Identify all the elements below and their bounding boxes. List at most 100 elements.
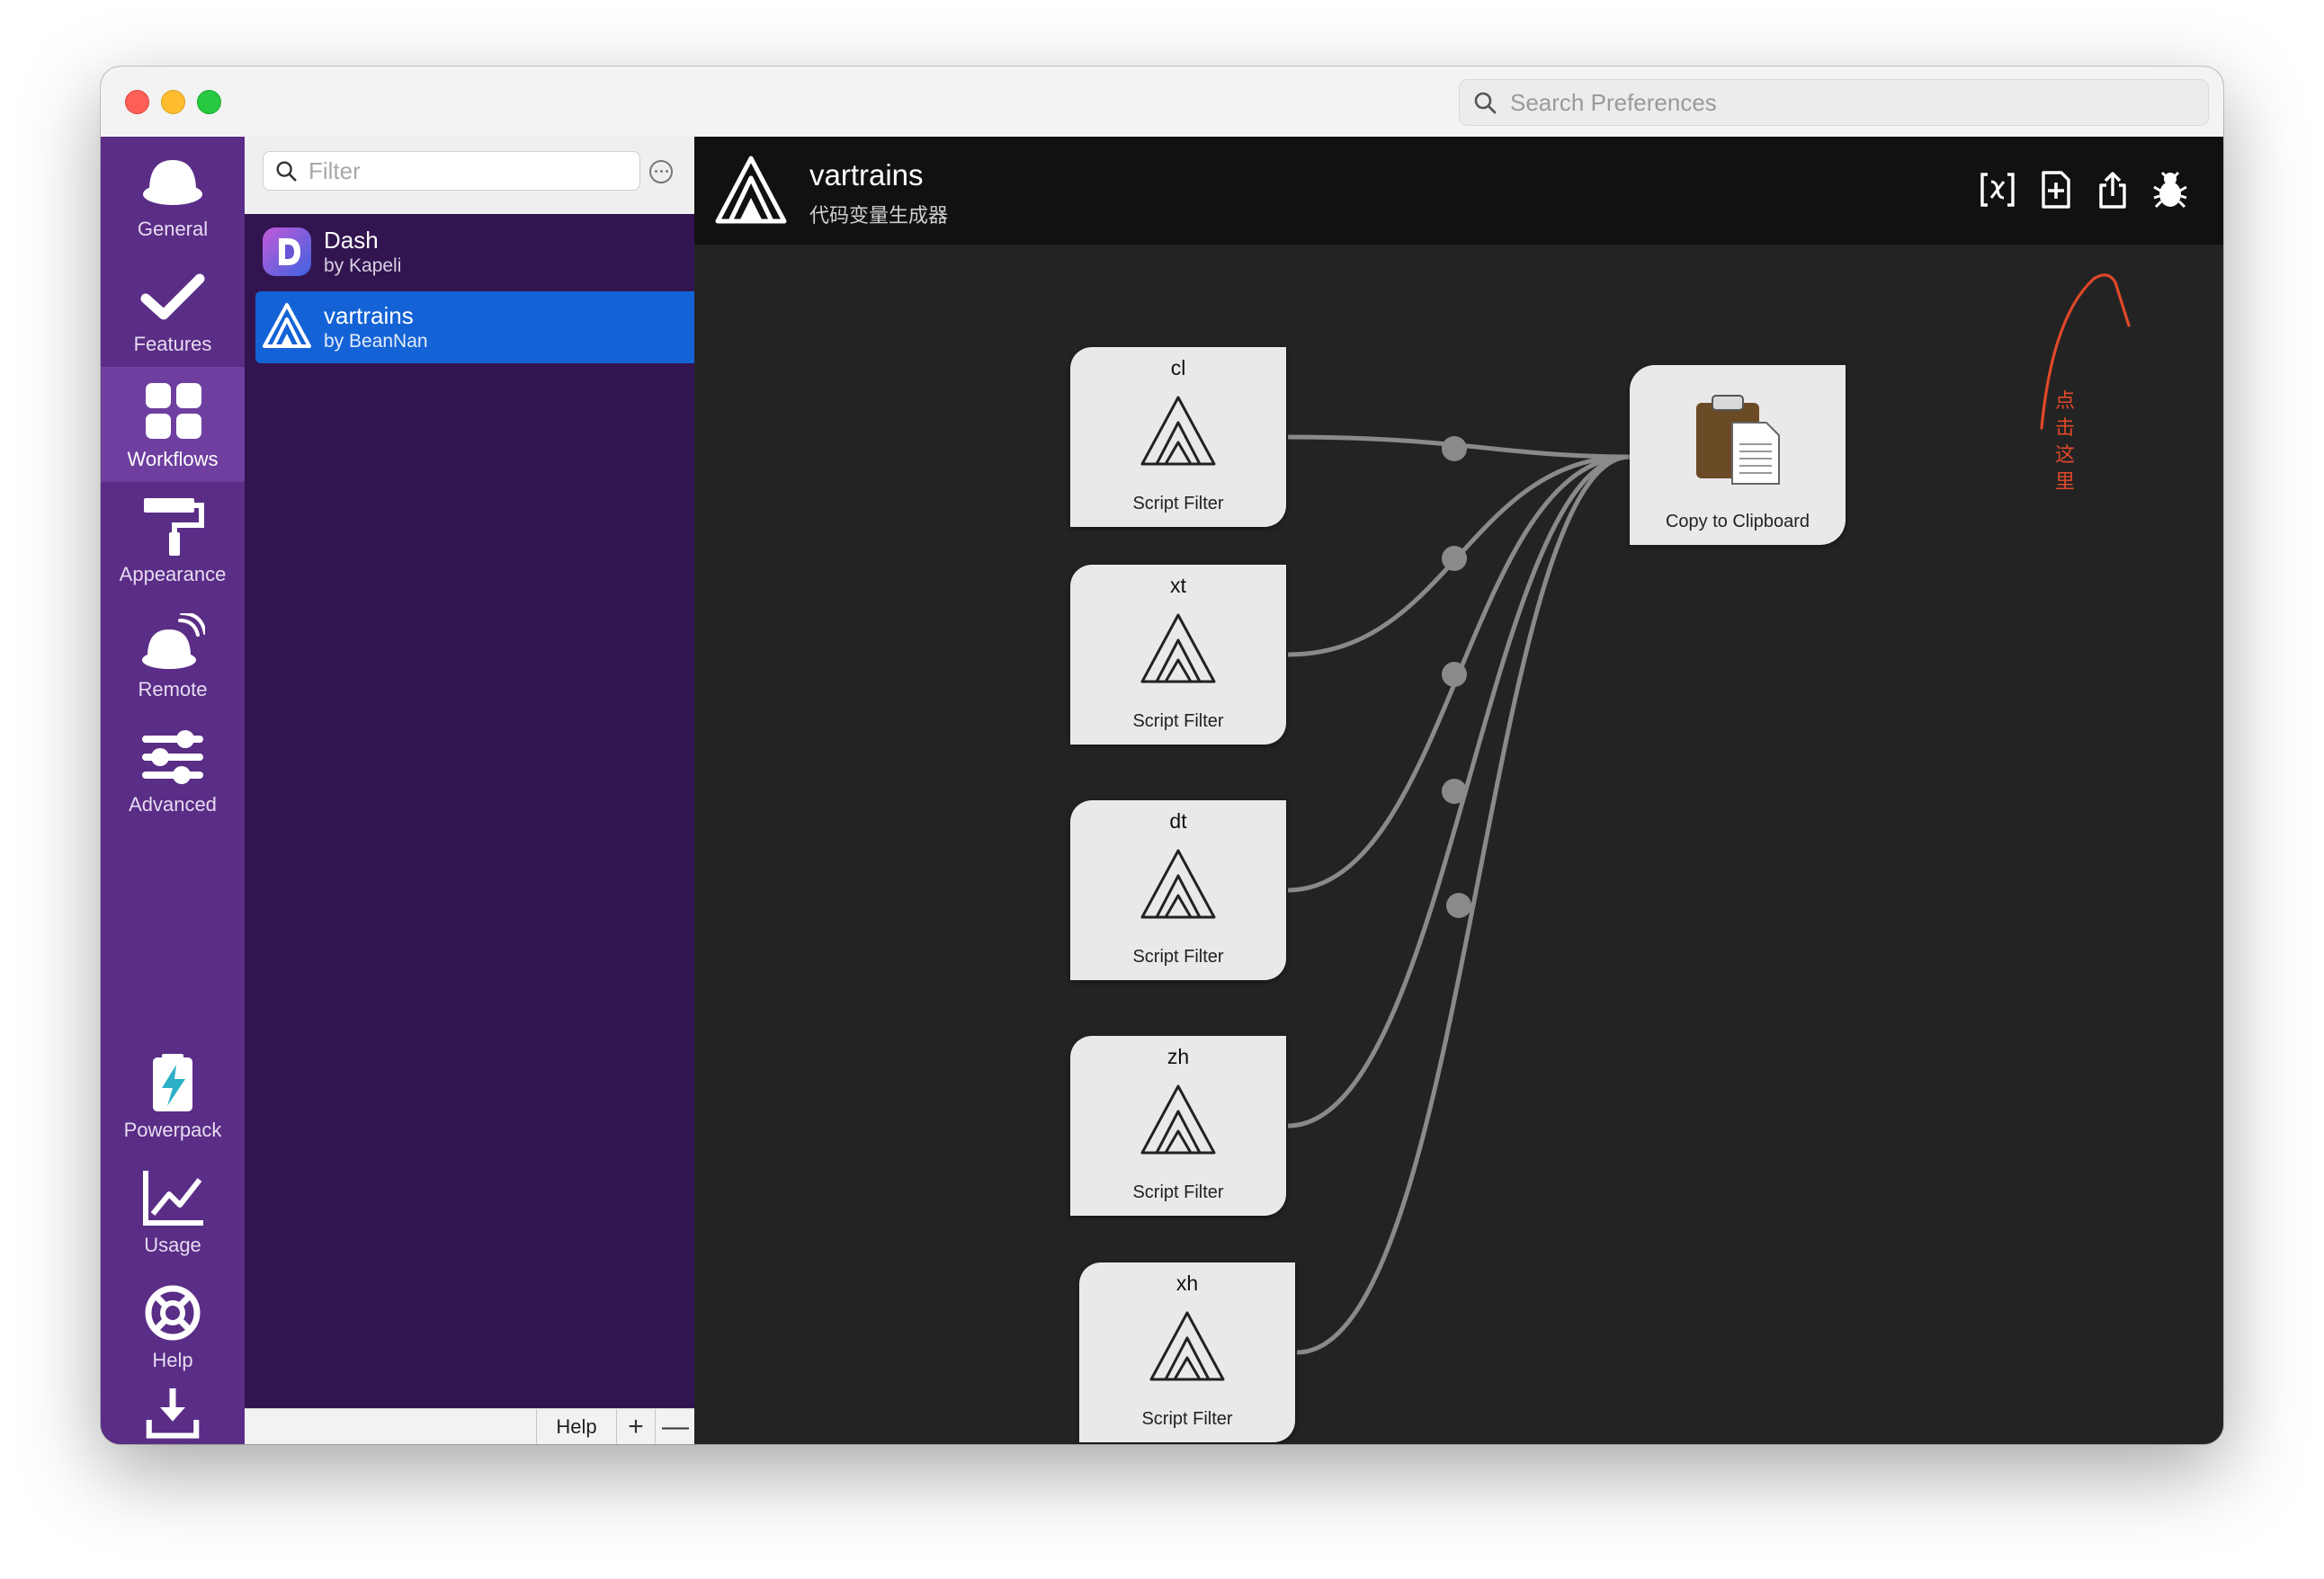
- nav-powerpack[interactable]: Powerpack: [101, 1038, 245, 1153]
- preferences-nav: General Features Workflows Appearance Re…: [101, 137, 245, 1444]
- nav-workflows-label: Workflows: [127, 448, 219, 470]
- zoom-button[interactable]: [197, 90, 221, 114]
- debug-bug-icon[interactable]: [2151, 171, 2189, 209]
- lifebuoy-icon: [145, 1285, 201, 1341]
- script-filter-node-dt[interactable]: dt Script Filter: [1070, 800, 1286, 980]
- variables-icon[interactable]: [1979, 171, 2016, 209]
- script-filter-node-xt[interactable]: xt Script Filter: [1070, 565, 1286, 745]
- node-type: Script Filter: [1132, 711, 1224, 731]
- filter-input[interactable]: [307, 156, 634, 186]
- wire-zh: [1287, 454, 1631, 1128]
- wire-cl: [1287, 434, 1631, 459]
- workflow-item-vartrains[interactable]: vartrains by BeanNan: [255, 291, 694, 363]
- nav-advanced[interactable]: Advanced: [101, 712, 245, 827]
- share-icon[interactable]: [2094, 171, 2132, 209]
- nav-update[interactable]: [101, 1383, 245, 1444]
- more-options-icon[interactable]: [649, 160, 673, 183]
- general-icon: [143, 160, 202, 205]
- dash-app-icon: [263, 227, 311, 276]
- workflow-header: vartrains 代码变量生成器: [694, 137, 2223, 245]
- wire-dt-handle: [1442, 662, 1467, 687]
- wire-xt-handle: [1442, 546, 1467, 571]
- connection-wires: [1287, 434, 1631, 1355]
- script-filter-icon: [1149, 1311, 1225, 1381]
- node-type: Script Filter: [1141, 1409, 1233, 1429]
- wire-zh-handle: [1442, 779, 1467, 804]
- wire-dt: [1287, 454, 1631, 893]
- workflow-author: by BeanNan: [324, 331, 428, 352]
- annotation-char: 这: [2054, 444, 2075, 467]
- search-preferences-input[interactable]: [1508, 87, 2195, 118]
- download-icon: [146, 1388, 200, 1439]
- add-object-icon[interactable]: [2036, 171, 2074, 209]
- annotation-arrow: [2040, 273, 2131, 430]
- script-filter-icon: [1140, 613, 1216, 683]
- workflow-logo-icon: [715, 156, 787, 224]
- node-keyword: zh: [1166, 1045, 1190, 1068]
- wire-cl-handle: [1442, 436, 1467, 461]
- script-filter-node-xh[interactable]: xh Script Filter: [1079, 1262, 1295, 1442]
- close-button[interactable]: [125, 90, 149, 114]
- add-workflow-button[interactable]: +: [617, 1409, 656, 1444]
- nav-workflows[interactable]: Workflows: [101, 367, 245, 482]
- vartrains-logo-icon: [263, 303, 311, 348]
- workflow-name: Dash: [324, 227, 379, 254]
- node-keyword: xt: [1170, 574, 1186, 597]
- workflow-list-pane: Dash by Kapeli vartrains by BeanNan Help…: [245, 137, 694, 1444]
- sliders-icon: [142, 730, 203, 784]
- annotation-char: 击: [2054, 417, 2075, 440]
- search-preferences-field[interactable]: [1459, 79, 2209, 126]
- wire-xh: [1296, 454, 1631, 1355]
- remove-workflow-button[interactable]: —: [657, 1409, 694, 1444]
- list-bottom-bar: Help + —: [245, 1408, 694, 1444]
- node-keyword: dt: [1169, 809, 1187, 833]
- list-toolbar: [245, 137, 694, 214]
- script-filter-icon: [1140, 849, 1216, 919]
- nav-help[interactable]: Help: [101, 1268, 245, 1383]
- workflow-subtitle: 代码变量生成器: [809, 204, 949, 227]
- annotation-text: 点 击 这 里: [2052, 388, 2078, 496]
- nav-help-label: Help: [152, 1349, 193, 1371]
- nav-features-label: Features: [133, 333, 212, 355]
- battery-bolt-icon: [153, 1054, 192, 1111]
- node-keyword: xh: [1175, 1271, 1199, 1295]
- workflow-canvas[interactable]: vartrains 代码变量生成器 点 击 这 里 cl Script Filt…: [694, 137, 2223, 1444]
- help-button[interactable]: Help: [536, 1409, 617, 1444]
- nav-general[interactable]: General: [101, 137, 245, 252]
- nav-remote-label: Remote: [138, 678, 208, 700]
- node-keyword: cl: [1170, 356, 1186, 379]
- node-type: Copy to Clipboard: [1665, 512, 1810, 531]
- annotation-char: 点: [2054, 390, 2075, 413]
- script-filter-node-zh[interactable]: zh Script Filter: [1070, 1036, 1286, 1216]
- nav-advanced-label: Advanced: [129, 793, 217, 816]
- script-filter-icon: [1140, 1084, 1216, 1155]
- nav-appearance[interactable]: Appearance: [101, 482, 245, 597]
- nav-powerpack-label: Powerpack: [123, 1119, 222, 1141]
- clipboard-icon: [1696, 395, 1780, 485]
- script-filter-node-cl[interactable]: cl Script Filter: [1070, 347, 1286, 527]
- node-type: Script Filter: [1132, 494, 1224, 513]
- filter-field[interactable]: [263, 151, 640, 191]
- copy-to-clipboard-node[interactable]: Copy to Clipboard: [1630, 365, 1846, 545]
- search-icon: [1474, 92, 1497, 114]
- nav-usage-label: Usage: [144, 1234, 201, 1256]
- usage-chart-icon: [143, 1171, 203, 1226]
- node-type: Script Filter: [1132, 1182, 1224, 1202]
- remote-icon: [142, 613, 205, 669]
- minimize-button[interactable]: [161, 90, 185, 114]
- wire-xt: [1287, 454, 1631, 657]
- search-icon: [276, 161, 297, 182]
- nav-features[interactable]: Features: [101, 252, 245, 367]
- script-filter-icon: [1140, 396, 1216, 466]
- nav-usage[interactable]: Usage: [101, 1153, 245, 1268]
- checkmark-icon: [140, 273, 205, 320]
- grid-icon: [146, 383, 201, 439]
- workflow-item-dash[interactable]: Dash by Kapeli: [255, 216, 694, 288]
- paint-roller-icon: [144, 498, 204, 556]
- node-type: Script Filter: [1132, 947, 1224, 967]
- nav-remote[interactable]: Remote: [101, 597, 245, 712]
- workflow-title: vartrains: [809, 158, 924, 192]
- nav-appearance-label: Appearance: [119, 563, 227, 585]
- nav-general-label: General: [137, 218, 209, 240]
- preferences-window: General Features Workflows Appearance: [101, 67, 2223, 1444]
